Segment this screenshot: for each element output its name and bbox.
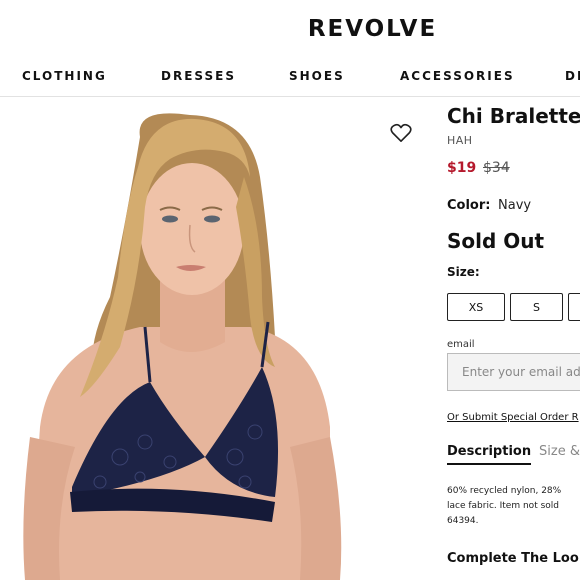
color-value: Navy <box>498 198 532 213</box>
description-line: 60% recycled nylon, 28% <box>447 486 562 496</box>
main-nav: CLOTHING DRESSES SHOES ACCESSORIES DE <box>0 68 580 97</box>
complete-the-look-heading: Complete The Loo <box>447 551 579 566</box>
nav-clothing[interactable]: CLOTHING <box>22 69 107 83</box>
email-label: email <box>447 339 475 350</box>
size-label: Size: <box>447 265 480 279</box>
product-brand[interactable]: HAH <box>447 134 473 147</box>
nav-dresses[interactable]: DRESSES <box>161 69 236 83</box>
model-photo <box>23 113 342 580</box>
size-option-s[interactable]: S <box>510 293 563 321</box>
description-text: 60% recycled nylon, 28% lace fabric. Ite… <box>447 484 580 529</box>
product-image[interactable] <box>0 97 422 580</box>
original-price: $34 <box>483 160 510 176</box>
product-title: Chi Bralette <box>447 104 580 128</box>
size-option-xs[interactable]: XS <box>447 293 505 321</box>
tab-description[interactable]: Description <box>447 444 532 465</box>
nav-designers[interactable]: DE <box>565 69 580 83</box>
nav-shoes[interactable]: SHOES <box>289 69 345 83</box>
description-line: lace fabric. Item not sold <box>447 501 559 511</box>
heart-icon[interactable] <box>390 123 412 143</box>
nav-accessories[interactable]: ACCESSORIES <box>400 69 515 83</box>
revolve-logo[interactable]: REVOLVE <box>0 16 580 42</box>
size-option-m[interactable] <box>568 293 580 321</box>
sale-price: $19 <box>447 160 477 176</box>
tab-size-fit[interactable]: Size & <box>539 444 580 459</box>
color-label: Color: <box>447 198 491 213</box>
special-order-link[interactable]: Or Submit Special Order R <box>447 412 579 423</box>
description-line: 64394. <box>447 516 479 526</box>
email-input[interactable] <box>447 353 580 391</box>
stock-status: Sold Out <box>447 229 545 253</box>
